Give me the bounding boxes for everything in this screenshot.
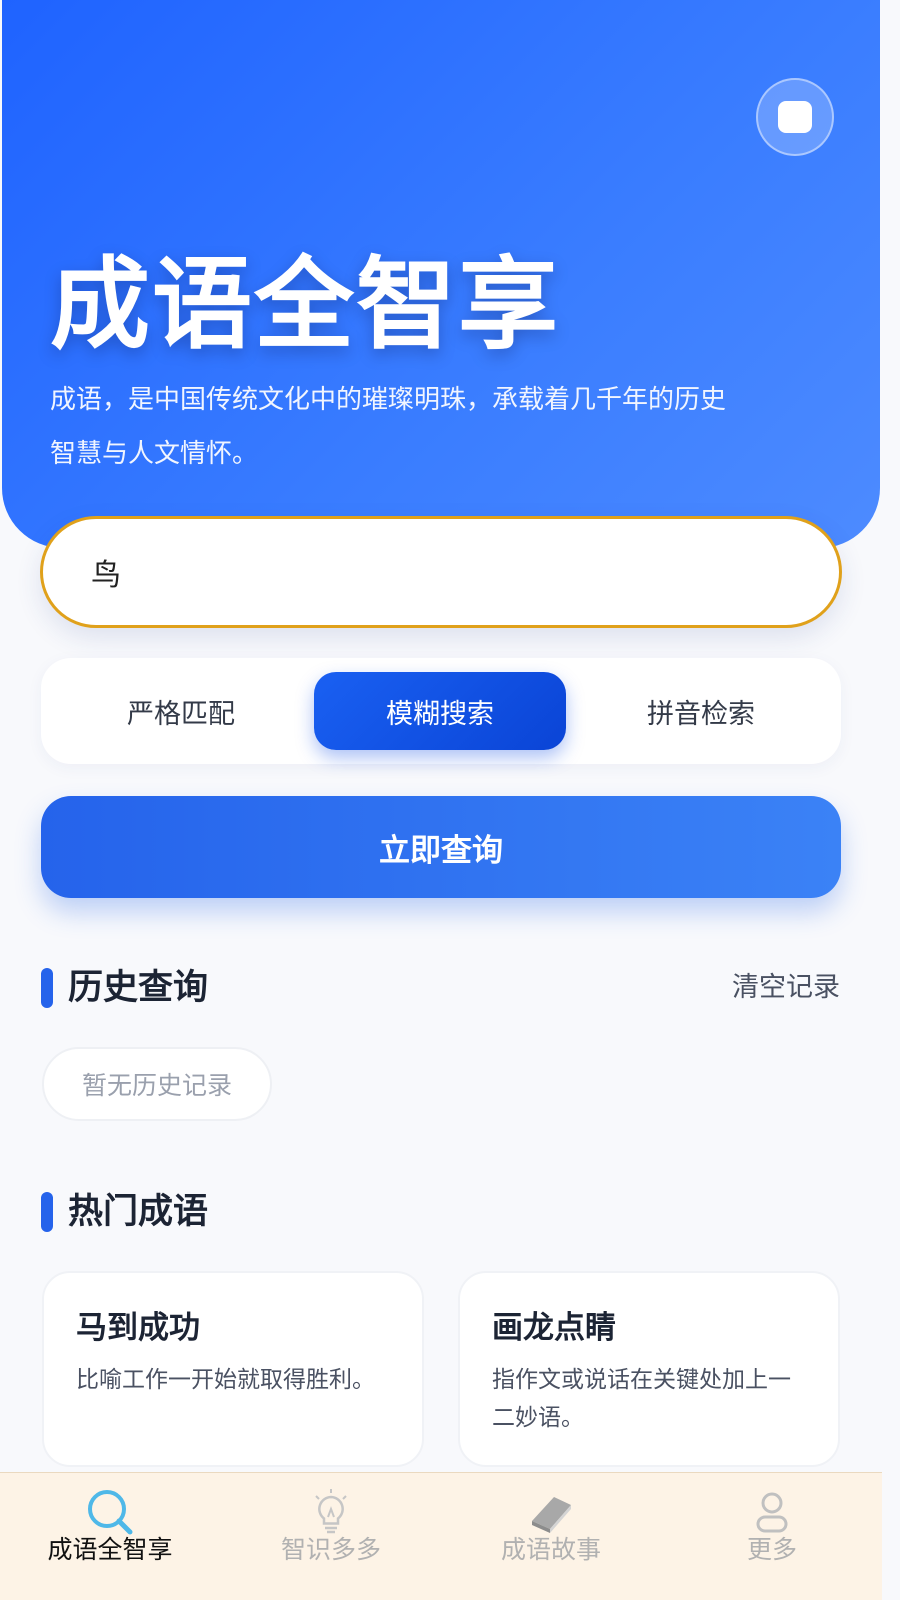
popular-accent-bar [41, 1192, 53, 1232]
nav-item-idiom-search[interactable]: 成语全智享 [0, 1473, 220, 1600]
square-icon [778, 101, 812, 133]
clear-history-link[interactable]: 清空记录 [732, 968, 840, 1008]
history-title: 历史查询 [68, 968, 209, 1008]
mode-pinyin-search[interactable]: 拼音检索 [575, 672, 827, 750]
idiom-card-title: 画龙点睛 [492, 1310, 616, 1346]
query-button[interactable]: 立即查询 [41, 796, 841, 898]
nav-label: 成语全智享 [47, 1535, 173, 1564]
app-page: 成语全智享 成语，是中国传统文化中的璀璨明珠，承载着几千年的历史智慧与人文情怀。… [0, 0, 900, 1600]
search-mode-tabs: 严格匹配 模糊搜索 拼音检索 [41, 658, 841, 764]
bottom-nav: 成语全智享 智识多多 成语故事 更多 [0, 1472, 882, 1600]
idiom-card-desc: 比喻工作一开始就取得胜利。 [76, 1367, 375, 1393]
idiom-card-desc: 指作文或说话在关键处加上一二妙语。 [492, 1367, 791, 1431]
history-accent-bar [41, 968, 53, 1008]
idiom-card-title: 马到成功 [76, 1310, 200, 1346]
hero-description: 成语，是中国传统文化中的璀璨明珠，承载着几千年的历史智慧与人文情怀。 [50, 385, 727, 469]
nav-item-idiom-stories[interactable]: 成语故事 [441, 1473, 661, 1600]
nav-label: 更多 [746, 1535, 797, 1564]
hero-action-button[interactable] [756, 78, 834, 156]
mode-strict-match[interactable]: 严格匹配 [55, 672, 307, 750]
hero-banner: 成语全智享 成语，是中国传统文化中的璀璨明珠，承载着几千年的历史智慧与人文情怀。 [2, 0, 880, 548]
nav-item-knowledge[interactable]: 智识多多 [221, 1473, 441, 1600]
idiom-card[interactable]: 画龙点睛 指作文或说话在关键处加上一二妙语。 [458, 1271, 840, 1467]
popular-title: 热门成语 [68, 1192, 209, 1232]
lightbulb-icon [315, 1489, 347, 1534]
user-icon [756, 1492, 788, 1533]
idiom-card[interactable]: 马到成功 比喻工作一开始就取得胜利。 [42, 1271, 424, 1467]
mode-fuzzy-search[interactable]: 模糊搜索 [314, 672, 566, 750]
search-input[interactable]: 鸟 [40, 516, 842, 628]
nav-label: 成语故事 [500, 1535, 601, 1564]
book-icon [532, 1497, 571, 1533]
nav-label: 智识多多 [280, 1535, 381, 1564]
page-title: 成语全智享 [50, 246, 560, 363]
history-empty-chip: 暂无历史记录 [42, 1047, 272, 1121]
nav-item-more[interactable]: 更多 [662, 1473, 882, 1600]
search-icon [88, 1490, 133, 1535]
